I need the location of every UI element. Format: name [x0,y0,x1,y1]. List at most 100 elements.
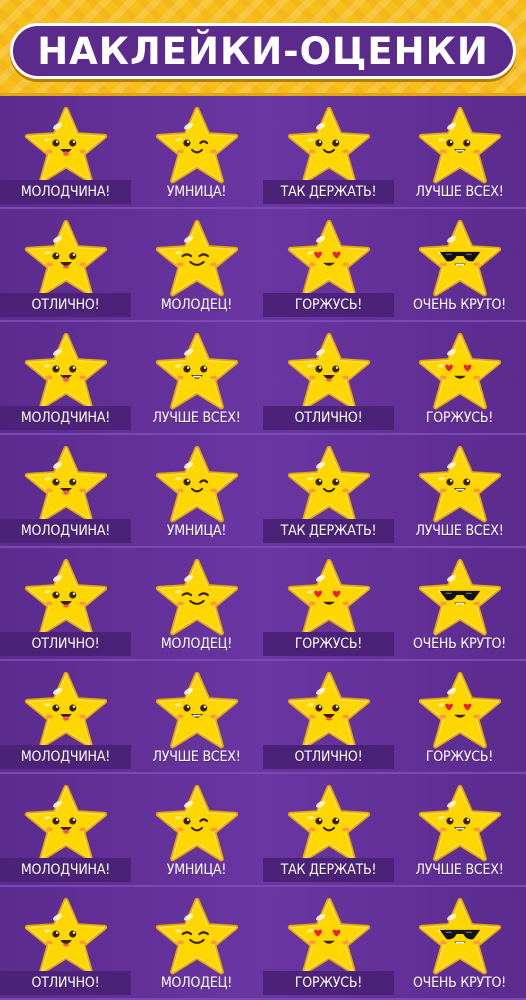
sticker-label: ОТЛИЧНО! [263,406,394,430]
page-title: НАКЛЕЙКИ-ОЦЕНКИ [37,29,489,73]
sticker-label: ЛУЧШЕ ВСЕХ! [415,184,504,200]
sticker-label: МОЛОДЕЦ! [160,636,233,652]
star-grin-icon [155,671,239,751]
star-heart-eyes-icon [287,219,371,299]
sticker-tongue: МОЛОДЧИНА! [0,322,131,433]
star-open-smile-icon [24,897,108,977]
star-smile-icon [287,784,371,864]
sticker-wink: УМНИЦА! [131,774,262,885]
sticker-row: МОЛОДЧИНА! ЛУЧШЕ ВСЕХ! ОТЛИЧНО! ГОРЖУСЬ! [0,322,526,435]
sticker-content: МОЛОДЕЦ! [131,209,262,320]
sticker-sunglasses: ОЧЕНЬ КРУТО! [394,887,525,998]
sticker-tongue: МОЛОДЧИНА! [0,96,131,207]
sticker-label: ОЧЕНЬ КРУТО! [412,636,507,652]
sticker-label: ГОРЖУСЬ! [263,293,394,317]
sticker-label: ОТЛИЧНО! [263,745,394,769]
sticker-label: ОТЛИЧНО! [0,293,131,317]
sticker-label: ЛУЧШЕ ВСЕХ! [415,523,504,539]
sticker-open-smile: ОТЛИЧНО! [263,661,394,772]
sticker-open-smile: ОТЛИЧНО! [263,322,394,433]
sticker-label: ОЧЕНЬ КРУТО! [412,297,507,313]
sticker-label: УМНИЦА! [166,862,227,878]
sticker-smile: ТАК ДЕРЖАТЬ! [263,774,394,885]
star-tongue-icon [24,671,108,751]
sticker-label: ТАК ДЕРЖАТЬ! [263,858,394,882]
star-tongue-icon [24,784,108,864]
title-pill: НАКЛЕЙКИ-ОЦЕНКИ [10,23,516,79]
sticker-grin: ЛУЧШЕ ВСЕХ! [131,322,262,433]
sticker-tongue: МОЛОДЧИНА! [0,774,131,885]
star-wink-icon [155,784,239,864]
star-tongue-icon [24,445,108,525]
star-open-smile-icon [287,671,371,751]
star-smile-icon [287,445,371,525]
sticker-sunglasses: ОЧЕНЬ КРУТО! [394,209,525,320]
sticker-open-smile: ОТЛИЧНО! [0,548,131,659]
sticker-row: ОТЛИЧНО! МОЛОДЕЦ! ГОРЖУСЬ! ОЧЕНЬ КРУТО! [0,209,526,322]
sticker-label: ГОРЖУСЬ! [263,971,394,995]
sticker-grin: ЛУЧШЕ ВСЕХ! [394,96,525,207]
star-heart-eyes-icon [418,671,502,751]
star-open-smile-icon [24,219,108,299]
sticker-label: МОЛОДЧИНА! [0,406,131,430]
sticker-smile: ТАК ДЕРЖАТЬ! [263,96,394,207]
sticker-label: ОТЛИЧНО! [0,971,131,995]
sticker-heart-eyes: ГОРЖУСЬ! [263,548,394,659]
sticker-smile: ТАК ДЕРЖАТЬ! [263,435,394,546]
star-tongue-icon [24,106,108,186]
sticker-content: МОЛОДЕЦ! [131,887,262,998]
star-grin-icon [418,106,502,186]
star-sunglasses-icon [418,219,502,299]
star-sunglasses-icon [418,897,502,977]
sticker-grin: ЛУЧШЕ ВСЕХ! [394,774,525,885]
sticker-tongue: МОЛОДЧИНА! [0,661,131,772]
sticker-content: МОЛОДЕЦ! [131,548,262,659]
sticker-label: ЛУЧШЕ ВСЕХ! [152,410,241,426]
star-wink-icon [155,106,239,186]
sticker-label: ГОРЖУСЬ! [425,410,494,426]
star-heart-eyes-icon [418,332,502,412]
sticker-label: ОТЛИЧНО! [0,632,131,656]
sticker-row: МОЛОДЧИНА! УМНИЦА! ТАК ДЕРЖАТЬ! ЛУЧШЕ ВС… [0,96,526,209]
star-sunglasses-icon [418,558,502,638]
sticker-label: МОЛОДЧИНА! [0,180,131,204]
sticker-label: ОЧЕНЬ КРУТО! [412,975,507,991]
sticker-label: ГОРЖУСЬ! [263,632,394,656]
sticker-label: ЛУЧШЕ ВСЕХ! [415,862,504,878]
star-grin-icon [418,445,502,525]
star-grin-icon [155,332,239,412]
sticker-row: ОТЛИЧНО! МОЛОДЕЦ! ГОРЖУСЬ! ОЧЕНЬ КРУТО! [0,548,526,661]
sticker-wink: УМНИЦА! [131,96,262,207]
star-content-icon [155,897,239,977]
star-tongue-icon [24,332,108,412]
sticker-label: ЛУЧШЕ ВСЕХ! [152,749,241,765]
sticker-wink: УМНИЦА! [131,435,262,546]
sticker-grid: МОЛОДЧИНА! УМНИЦА! ТАК ДЕРЖАТЬ! ЛУЧШЕ ВС… [0,96,526,1000]
sticker-row: ОТЛИЧНО! МОЛОДЕЦ! ГОРЖУСЬ! ОЧЕНЬ КРУТО! [0,887,526,1000]
star-smile-icon [287,106,371,186]
sticker-row: МОЛОДЧИНА! УМНИЦА! ТАК ДЕРЖАТЬ! ЛУЧШЕ ВС… [0,774,526,887]
sticker-heart-eyes: ГОРЖУСЬ! [394,322,525,433]
sticker-label: ТАК ДЕРЖАТЬ! [263,180,394,204]
sticker-row: МОЛОДЧИНА! ЛУЧШЕ ВСЕХ! ОТЛИЧНО! ГОРЖУСЬ! [0,661,526,774]
star-heart-eyes-icon [287,897,371,977]
sticker-label: ТАК ДЕРЖАТЬ! [263,519,394,543]
sticker-label: УМНИЦА! [166,523,227,539]
sticker-label: ГОРЖУСЬ! [425,749,494,765]
sticker-open-smile: ОТЛИЧНО! [0,887,131,998]
star-open-smile-icon [287,332,371,412]
star-content-icon [155,558,239,638]
sticker-label: МОЛОДЕЦ! [160,975,233,991]
sticker-sheet: НАКЛЕЙКИ-ОЦЕНКИ МОЛОДЧИНА! УМНИЦА! ТАК Д… [0,0,526,1000]
sticker-open-smile: ОТЛИЧНО! [0,209,131,320]
sticker-sunglasses: ОЧЕНЬ КРУТО! [394,548,525,659]
star-open-smile-icon [24,558,108,638]
sticker-grin: ЛУЧШЕ ВСЕХ! [131,661,262,772]
sticker-row: МОЛОДЧИНА! УМНИЦА! ТАК ДЕРЖАТЬ! ЛУЧШЕ ВС… [0,435,526,548]
sticker-tongue: МОЛОДЧИНА! [0,435,131,546]
star-wink-icon [155,445,239,525]
sticker-label: МОЛОДЧИНА! [0,519,131,543]
header-banner: НАКЛЕЙКИ-ОЦЕНКИ [0,0,526,96]
star-heart-eyes-icon [287,558,371,638]
star-grin-icon [418,784,502,864]
